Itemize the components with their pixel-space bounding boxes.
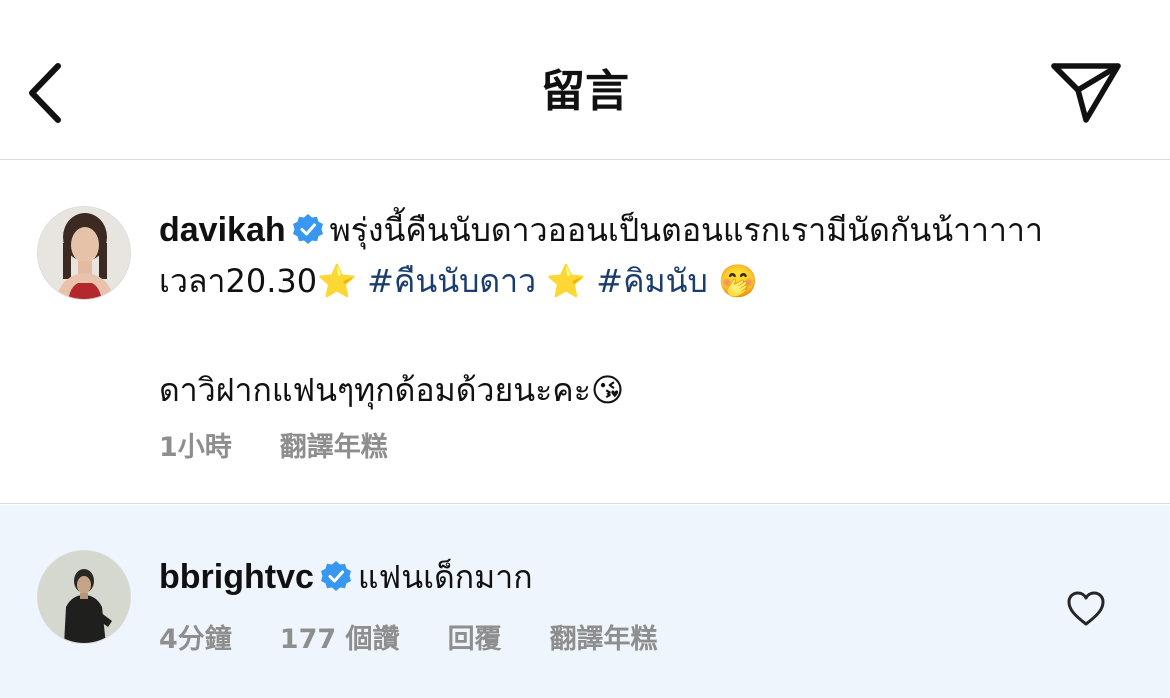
- hashtag-link[interactable]: #คืนนับดาว: [367, 262, 536, 300]
- translate-link[interactable]: 翻譯年糕: [280, 432, 388, 463]
- caption-paragraph-2: ดาวิฝากแฟนๆทุกด้อมด้วยนะคะ: [159, 371, 591, 409]
- caption-meta: 1小時 翻譯年糕: [159, 425, 436, 464]
- heart-outline-icon: [1067, 591, 1105, 626]
- like-button[interactable]: [1066, 589, 1106, 629]
- caption-time-text: เวลา20.30: [159, 262, 318, 300]
- username[interactable]: davikah: [159, 211, 286, 249]
- likes-count[interactable]: 177 個讚: [280, 624, 400, 655]
- verified-badge-icon: [320, 561, 351, 591]
- translate-link[interactable]: 翻譯年糕: [550, 624, 658, 655]
- timestamp: 4分鐘: [159, 624, 232, 655]
- timestamp: 1小時: [159, 432, 232, 463]
- avatar[interactable]: [37, 206, 131, 300]
- username[interactable]: bbrightvc: [159, 558, 314, 596]
- profile-photo: [38, 551, 130, 643]
- caption-line-1: พรุ่งนี้คืนนับดาวออนเป็นตอนแรกเรามีนัดกั…: [329, 211, 1043, 249]
- paper-plane-icon: [1051, 63, 1121, 123]
- kiss-emoji: 😘: [590, 371, 625, 409]
- verified-badge-icon: [292, 214, 323, 244]
- hand-over-mouth-emoji: 🤭: [717, 262, 758, 300]
- hashtag-link[interactable]: #คิมนับ: [596, 262, 708, 300]
- star-emoji: ⭐: [546, 262, 587, 300]
- comment-text: bbrightvc แฟนเด็กมาก: [159, 552, 533, 603]
- post-caption: davikah พรุ่งนี้คืนนับดาวออนเป็นตอนแรกเรา…: [0, 161, 1170, 504]
- top-navigation-bar: 留言: [0, 0, 1170, 160]
- comment-message: แฟนเด็กมาก: [357, 558, 533, 596]
- star-emoji: ⭐: [317, 262, 357, 300]
- comment-meta: 4分鐘 177 個讚 回覆 翻譯年糕: [159, 617, 706, 656]
- profile-photo: [38, 207, 130, 299]
- reply-button[interactable]: 回覆: [448, 624, 502, 655]
- share-button[interactable]: [1048, 60, 1124, 126]
- avatar[interactable]: [37, 550, 131, 644]
- comment-row: bbrightvc แฟนเด็กมาก 4分鐘 177 個讚 回覆 翻譯年糕: [0, 505, 1170, 698]
- page-title: 留言: [541, 66, 629, 117]
- caption-text: davikah พรุ่งนี้คืนนับดาวออนเป็นตอนแรกเรา…: [159, 205, 1139, 416]
